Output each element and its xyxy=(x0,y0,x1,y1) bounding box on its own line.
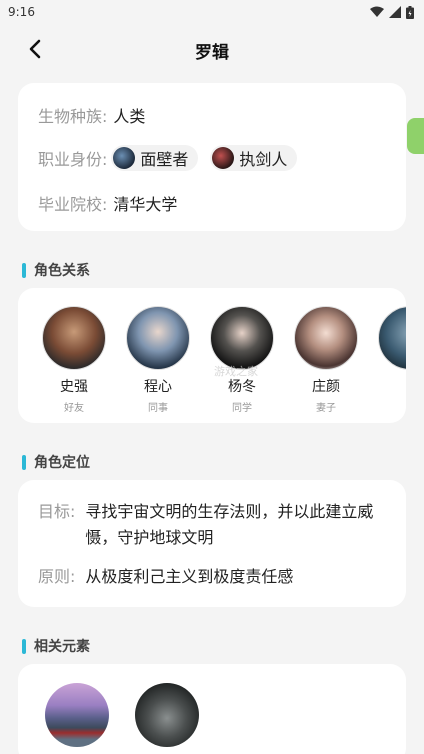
principle-text: 从极度利己主义到极度责任感 xyxy=(85,567,294,586)
species-label: 生物种族: xyxy=(38,107,108,126)
watermark-sub: 游戏之家 xyxy=(214,365,258,378)
element-image-cabin[interactable] xyxy=(45,683,109,747)
avatar xyxy=(210,306,274,370)
relation-name: 庄颜 xyxy=(312,379,340,395)
signal-icon xyxy=(389,6,401,18)
relation-name: 史强 xyxy=(60,379,88,395)
relation-item[interactable]: 庄颜 妻子 xyxy=(291,306,361,414)
relations-heading-text: 角色关系 xyxy=(34,263,90,279)
positioning-heading-text: 角色定位 xyxy=(34,455,90,471)
status-icons xyxy=(370,5,414,19)
avatar xyxy=(42,306,106,370)
relations-card: 史强 好友 程心 同事 杨冬 同学 庄颜 妻子 xyxy=(18,288,406,423)
elements-heading-text: 相关元素 xyxy=(34,639,90,655)
section-accent-bar xyxy=(22,638,26,654)
school-value: 清华大学 xyxy=(113,195,178,214)
relation-item[interactable]: 程心 同事 xyxy=(123,306,193,414)
element-image-cave[interactable] xyxy=(135,683,199,747)
floating-side-handle[interactable] xyxy=(407,118,424,154)
section-accent-bar xyxy=(22,262,26,278)
elements-card xyxy=(18,664,406,754)
positioning-heading: 角色定位 xyxy=(22,452,90,472)
identity-tag-label: 面壁者 xyxy=(140,150,189,169)
goal-text: 寻找宇宙文明的生存法则，并以此建立威慑，守护地球文明 xyxy=(85,502,374,547)
relation-item[interactable] xyxy=(375,306,406,370)
species-row: 生物种族: 人类 xyxy=(38,103,145,127)
info-card: 生物种族: 人类 职业身份: 面壁者 执剑人 毕业院校: 清华大学 xyxy=(18,83,406,231)
species-value: 人类 xyxy=(113,107,146,126)
status-bar: 9:16 xyxy=(0,0,424,24)
identity-row: 职业身份: 面壁者 执剑人 xyxy=(38,145,309,171)
identity-tag-wallfacer[interactable]: 面壁者 xyxy=(111,145,199,171)
avatar xyxy=(126,306,190,370)
relation-role: 同事 xyxy=(148,403,168,414)
goal-label: 目标: xyxy=(38,502,76,521)
positioning-card: 目标: 寻找宇宙文明的生存法则，并以此建立威慑，守护地球文明 原则: 从极度利己… xyxy=(18,480,406,607)
identity-tag-label: 执剑人 xyxy=(239,150,288,169)
goal-row: 目标: 寻找宇宙文明的生存法则，并以此建立威慑，守护地球文明 xyxy=(38,499,388,551)
page-title: 罗辑 xyxy=(195,43,229,63)
avatar xyxy=(294,306,358,370)
relation-role: 好友 xyxy=(64,403,84,414)
relation-role: 同学 xyxy=(232,403,252,414)
header: 罗辑 xyxy=(0,30,424,68)
elements-heading: 相关元素 xyxy=(22,636,90,656)
school-label: 毕业院校: xyxy=(38,195,108,214)
principle-row: 原则: 从极度利己主义到极度责任感 xyxy=(38,564,388,590)
section-accent-bar xyxy=(22,454,26,470)
relation-item[interactable]: 杨冬 同学 xyxy=(207,306,277,414)
identity-tag-swordholder[interactable]: 执剑人 xyxy=(210,145,298,171)
relation-item[interactable]: 史强 好友 xyxy=(39,306,109,414)
school-row: 毕业院校: 清华大学 xyxy=(38,191,177,215)
relation-role: 妻子 xyxy=(316,403,336,414)
principle-label: 原则: xyxy=(38,567,76,586)
battery-icon xyxy=(406,5,414,19)
swordholder-icon xyxy=(212,147,235,169)
wallfacer-icon xyxy=(113,147,136,169)
relations-heading: 角色关系 xyxy=(22,260,90,280)
identity-label: 职业身份: xyxy=(38,150,108,169)
status-time: 9:16 xyxy=(8,5,35,19)
wifi-icon xyxy=(370,6,384,17)
avatar xyxy=(378,306,406,370)
